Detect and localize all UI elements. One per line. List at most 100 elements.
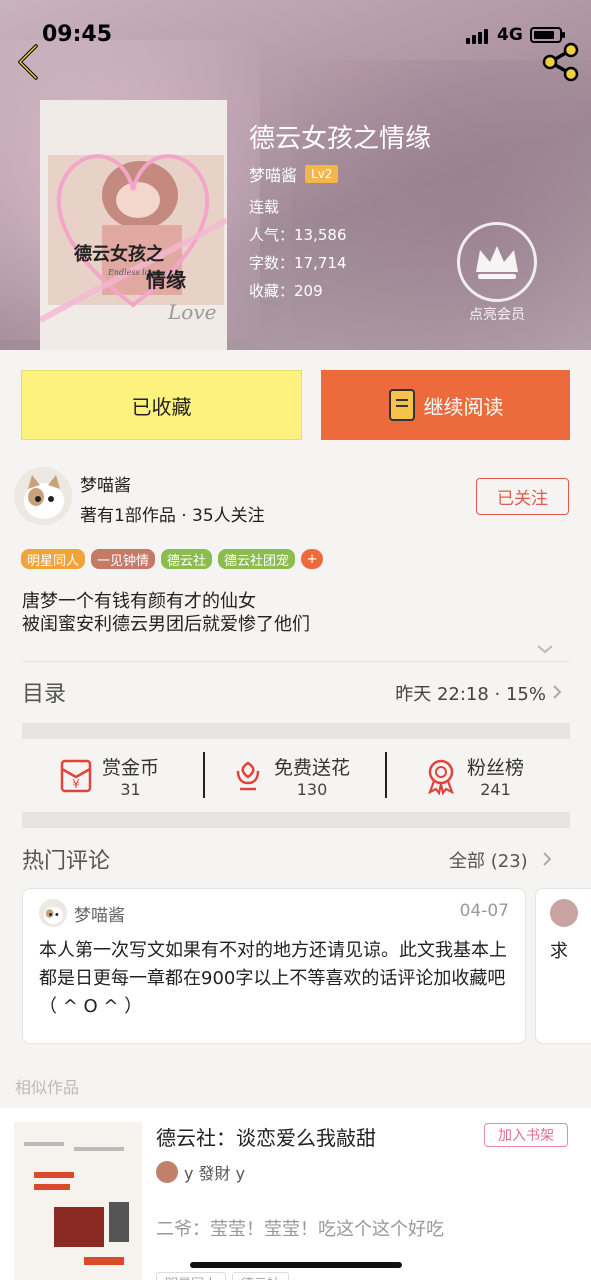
action-label: 粉丝榜 <box>467 757 525 779</box>
cat-avatar-image <box>39 899 67 927</box>
commenter-avatar[interactable] <box>39 899 67 927</box>
cover-title-line1: 德云女孩之 <box>74 244 164 265</box>
battery-icon <box>530 27 565 43</box>
similar-cover-image <box>14 1122 142 1280</box>
tag-chip[interactable]: 明星同人 <box>21 549 86 569</box>
popularity-stat: 人气：13,586 <box>249 224 347 245</box>
expand-button[interactable] <box>536 640 554 659</box>
flower-icon <box>236 761 260 791</box>
add-to-shelf-button[interactable]: 加入书架 <box>484 1123 568 1147</box>
commenter-name[interactable]: 梦喵酱 <box>74 901 125 926</box>
similar-tag: 德云社 <box>232 1272 290 1280</box>
author-meta: 著有1部作品 · 35人关注 <box>80 506 265 526</box>
catalog-row[interactable]: 目录 昨天 22:18 · 15% <box>22 676 562 710</box>
similar-work-card[interactable]: 德云社：谈恋爱么我敲甜 加入书架 y 發財 y 二爷：莹莹！莹莹！吃这个这个好吃… <box>0 1108 591 1280</box>
tag-chip[interactable]: 一见钟情 <box>91 549 156 569</box>
share-icon <box>542 42 579 82</box>
similar-book-cover[interactable] <box>14 1122 142 1280</box>
book-description: 唐梦一个有钱有颜有才的仙女 被闺蜜安利德云男团后就爱惨了他们 <box>22 590 310 636</box>
commenter-avatar[interactable] <box>550 899 578 927</box>
favorites-stat: 收藏：209 <box>249 280 323 301</box>
medal-icon <box>428 759 454 795</box>
chevron-right-icon[interactable] <box>542 851 552 867</box>
tag-chip[interactable]: 德云社团宠 <box>218 549 296 569</box>
book-author-row[interactable]: 梦喵酱 Lv2 <box>249 162 339 186</box>
author-name[interactable]: 梦喵酱 <box>80 471 131 496</box>
comment-date: 04-07 <box>459 901 509 921</box>
similar-author-avatar <box>156 1161 178 1183</box>
reward-coin-button[interactable]: ¥ 赏金币 31 <box>58 748 159 804</box>
tag-chip[interactable]: 德云社 <box>161 549 213 569</box>
similar-author-name: y 發財 y <box>184 1164 246 1183</box>
action-bar: ¥ 赏金币 31 免费送花 130 粉丝榜 241 <box>0 748 591 804</box>
description-line: 被闺蜜安利德云男团后就爱惨了他们 <box>22 614 310 635</box>
back-button[interactable] <box>10 40 46 84</box>
action-value: 31 <box>120 780 141 799</box>
comment-text: 本人第一次写文如果有不对的地方还请见谅。此文我基本上都是日更每一章都在900字以… <box>39 940 507 1017</box>
book-author-name[interactable]: 梦喵酱 <box>249 162 297 186</box>
book-status: 连载 <box>249 198 280 216</box>
tag-list: 明星同人 一见钟情 德云社 德云社团宠 + <box>21 549 324 569</box>
book-header: 09:45 4G 德云女孩之 Endless love 情缘 Love 德云女孩… <box>0 0 591 350</box>
catalog-meta: 昨天 22:18 · 15% <box>395 684 546 705</box>
action-label: 赏金币 <box>102 757 160 779</box>
add-tag-button[interactable]: + <box>301 549 324 569</box>
comment-text: 求 <box>550 941 568 962</box>
cat-avatar-image <box>14 467 72 525</box>
network-label: 4G <box>497 25 523 45</box>
favorites-label: 收藏： <box>249 282 295 300</box>
cover-title-line2: 情缘 <box>146 268 186 292</box>
collected-button[interactable]: 已收藏 <box>21 370 302 440</box>
favorites-value: 209 <box>294 282 323 300</box>
status-bar: 09:45 4G <box>0 0 591 60</box>
separator <box>385 752 387 798</box>
crown-icon <box>457 222 537 302</box>
description-line: 唐梦一个有钱有颜有才的仙女 <box>22 591 256 612</box>
svg-text:¥: ¥ <box>72 777 80 791</box>
author-block: 梦喵酱 著有1部作品 · 35人关注 已关注 <box>0 455 591 545</box>
comment-card[interactable]: 求 <box>535 888 591 1044</box>
separator <box>203 752 205 798</box>
similar-works-title: 相似作品 <box>15 1078 80 1097</box>
cover-love-text: Love <box>168 300 217 324</box>
popularity-value: 13,586 <box>294 226 347 244</box>
similar-tag: 明星同人 <box>156 1272 227 1280</box>
author-avatar[interactable] <box>14 467 72 525</box>
share-button[interactable] <box>540 42 582 82</box>
similar-author-row[interactable]: y 發財 y <box>156 1160 245 1184</box>
chevron-right-icon <box>553 685 562 699</box>
book-title: 德云女孩之情缘 <box>249 124 432 154</box>
book-icon <box>388 389 415 421</box>
word-count-value: 17,714 <box>294 254 347 272</box>
action-label: 免费送花 <box>274 757 351 779</box>
divider <box>22 661 570 662</box>
red-envelope-icon: ¥ <box>60 759 92 793</box>
fan-ranking-button[interactable]: 粉丝榜 241 <box>423 748 524 804</box>
similar-book-title[interactable]: 德云社：谈恋爱么我敲甜 <box>156 1122 376 1151</box>
continue-reading-label: 继续阅读 <box>423 394 504 419</box>
comment-card[interactable]: 梦喵酱 04-07 本人第一次写文如果有不对的地方还请见谅。此文我基本上都是日更… <box>22 888 526 1044</box>
home-indicator[interactable] <box>190 1262 402 1268</box>
action-value: 241 <box>480 780 511 799</box>
continue-reading-button[interactable]: 继续阅读 <box>321 370 570 440</box>
section-divider <box>22 812 570 828</box>
similar-tags: 明星同人 德云社 <box>156 1272 290 1280</box>
hot-comments-title: 热门评论 <box>22 849 111 874</box>
vip-label: 点亮会员 <box>469 307 525 323</box>
popularity-label: 人气： <box>249 226 295 244</box>
similar-book-desc: 二爷：莹莹！莹莹！吃这个这个好吃 <box>156 1219 444 1240</box>
catalog-title: 目录 <box>22 682 67 707</box>
word-count-stat: 字数：17,714 <box>249 252 347 273</box>
level-badge: Lv2 <box>305 165 339 183</box>
all-comments-link[interactable]: 全部 (23) <box>449 847 528 873</box>
follow-button[interactable]: 已关注 <box>476 478 569 515</box>
send-flower-button[interactable]: 免费送花 130 <box>230 748 350 804</box>
chevron-left-icon <box>18 44 38 80</box>
chevron-down-icon <box>537 645 553 654</box>
section-divider <box>22 723 570 739</box>
action-value: 130 <box>296 780 328 799</box>
status-time: 09:45 <box>42 22 113 47</box>
vip-button[interactable]: 点亮会员 <box>452 222 542 324</box>
book-cover[interactable]: 德云女孩之 Endless love 情缘 Love <box>40 100 227 350</box>
word-count-label: 字数： <box>249 254 295 272</box>
